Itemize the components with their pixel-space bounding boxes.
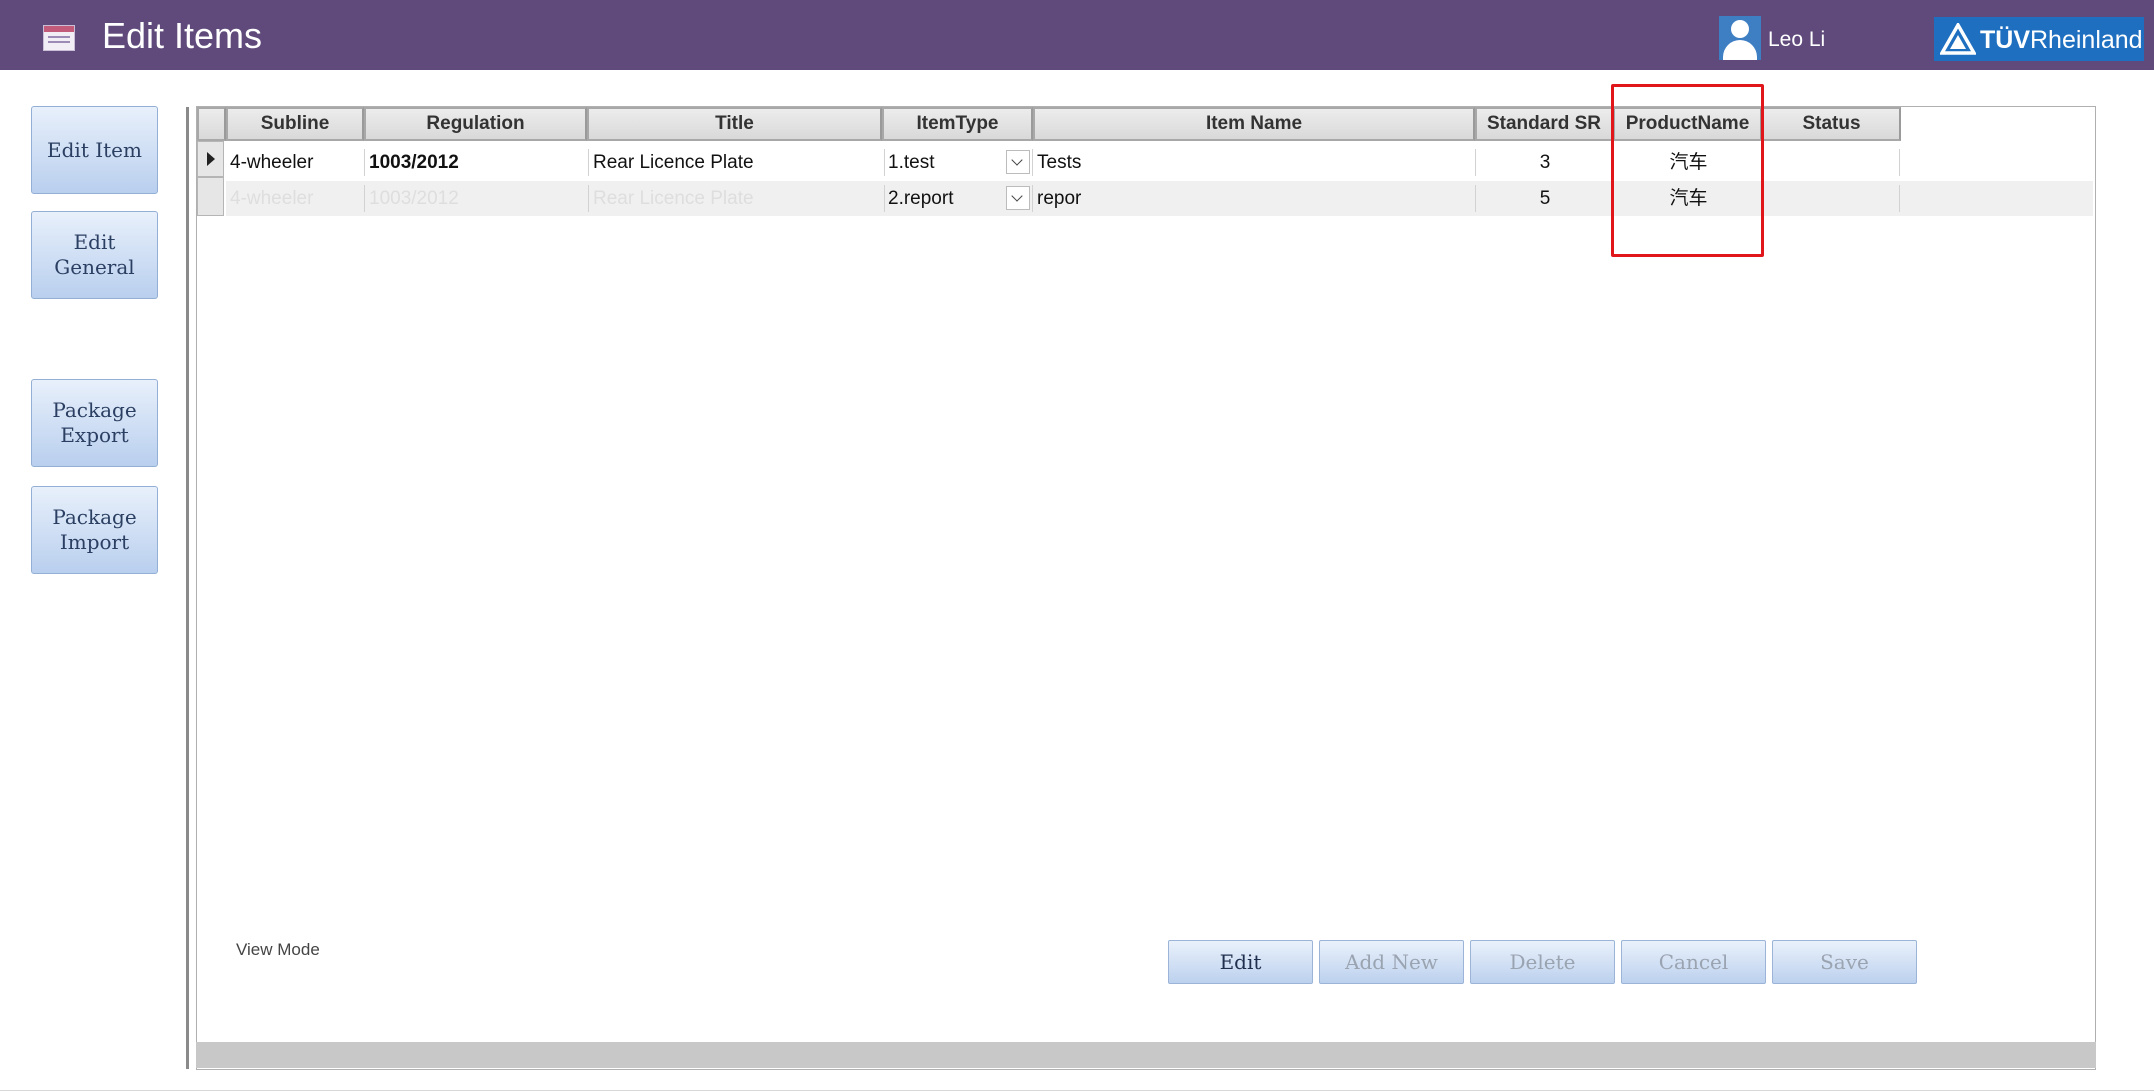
row-selector-current[interactable] — [197, 141, 224, 177]
productname-highlight-box — [1611, 84, 1764, 257]
user-avatar-icon[interactable] — [1719, 16, 1761, 60]
cell-regulation[interactable]: 1003/2012 — [365, 181, 586, 216]
column-header-subline[interactable]: Subline — [226, 107, 364, 141]
cell-itemtype[interactable]: 1.test — [884, 145, 1002, 180]
cell-item-name[interactable]: Tests — [1033, 145, 1473, 180]
table-row[interactable]: 4-wheeler 1003/2012 Rear Licence Plate 2… — [226, 181, 2093, 216]
edit-item-button[interactable]: Edit Item — [31, 106, 158, 194]
cell-subline[interactable]: 4-wheeler — [226, 181, 362, 216]
horizontal-scrollbar[interactable] — [196, 1042, 2096, 1068]
column-header-itemtype[interactable]: ItemType — [882, 107, 1033, 141]
delete-button[interactable]: Delete — [1470, 940, 1615, 984]
top-header-bar: Edit Items Leo Li TÜVRheinland — [0, 0, 2154, 70]
column-header-regulation[interactable]: Regulation — [364, 107, 587, 141]
page-title: Edit Items — [102, 15, 263, 56]
itemtype-dropdown-chevron-icon[interactable] — [1006, 150, 1030, 174]
package-export-button[interactable]: Package Export — [31, 379, 158, 467]
grid-corner-header — [197, 107, 226, 141]
triangle-logo-icon — [1940, 23, 1976, 55]
window-bottom-border — [0, 1090, 2154, 1091]
cell-item-name[interactable]: repor — [1033, 181, 1473, 216]
cancel-button[interactable]: Cancel — [1621, 940, 1766, 984]
sidebar-divider — [186, 107, 189, 1069]
cell-regulation[interactable]: 1003/2012 — [365, 145, 586, 180]
itemtype-dropdown-chevron-icon[interactable] — [1006, 186, 1030, 210]
edit-button[interactable]: Edit — [1168, 940, 1313, 984]
add-new-button[interactable]: Add New — [1319, 940, 1464, 984]
mode-label: View Mode — [236, 940, 320, 959]
cell-title[interactable]: Rear Licence Plate — [589, 181, 882, 216]
column-header-standard-sr[interactable]: Standard SR — [1475, 107, 1613, 141]
tuv-rheinland-logo: TÜVRheinland — [1934, 17, 2144, 61]
cell-itemtype[interactable]: 2.report — [884, 181, 1002, 216]
package-import-button[interactable]: Package Import — [31, 486, 158, 574]
edit-general-button[interactable]: Edit General — [31, 211, 158, 299]
cell-standard-sr[interactable]: 3 — [1476, 145, 1614, 180]
table-row[interactable]: 4-wheeler 1003/2012 Rear Licence Plate 1… — [226, 145, 2093, 180]
row-selector[interactable] — [197, 177, 224, 216]
items-grid-panel — [196, 106, 2096, 1070]
current-row-arrow-icon — [207, 152, 215, 166]
cell-status[interactable] — [1764, 145, 1899, 180]
logo-text: TÜVRheinland — [1980, 26, 2143, 54]
cell-standard-sr[interactable]: 5 — [1476, 181, 1614, 216]
user-name[interactable]: Leo Li — [1768, 26, 1825, 54]
cell-status[interactable] — [1764, 181, 1899, 216]
column-header-status[interactable]: Status — [1762, 107, 1901, 141]
cell-title[interactable]: Rear Licence Plate — [589, 145, 882, 180]
column-header-title[interactable]: Title — [587, 107, 882, 141]
column-header-item-name[interactable]: Item Name — [1033, 107, 1475, 141]
save-button[interactable]: Save — [1772, 940, 1917, 984]
app-table-icon — [43, 25, 75, 51]
cell-subline[interactable]: 4-wheeler — [226, 145, 362, 180]
